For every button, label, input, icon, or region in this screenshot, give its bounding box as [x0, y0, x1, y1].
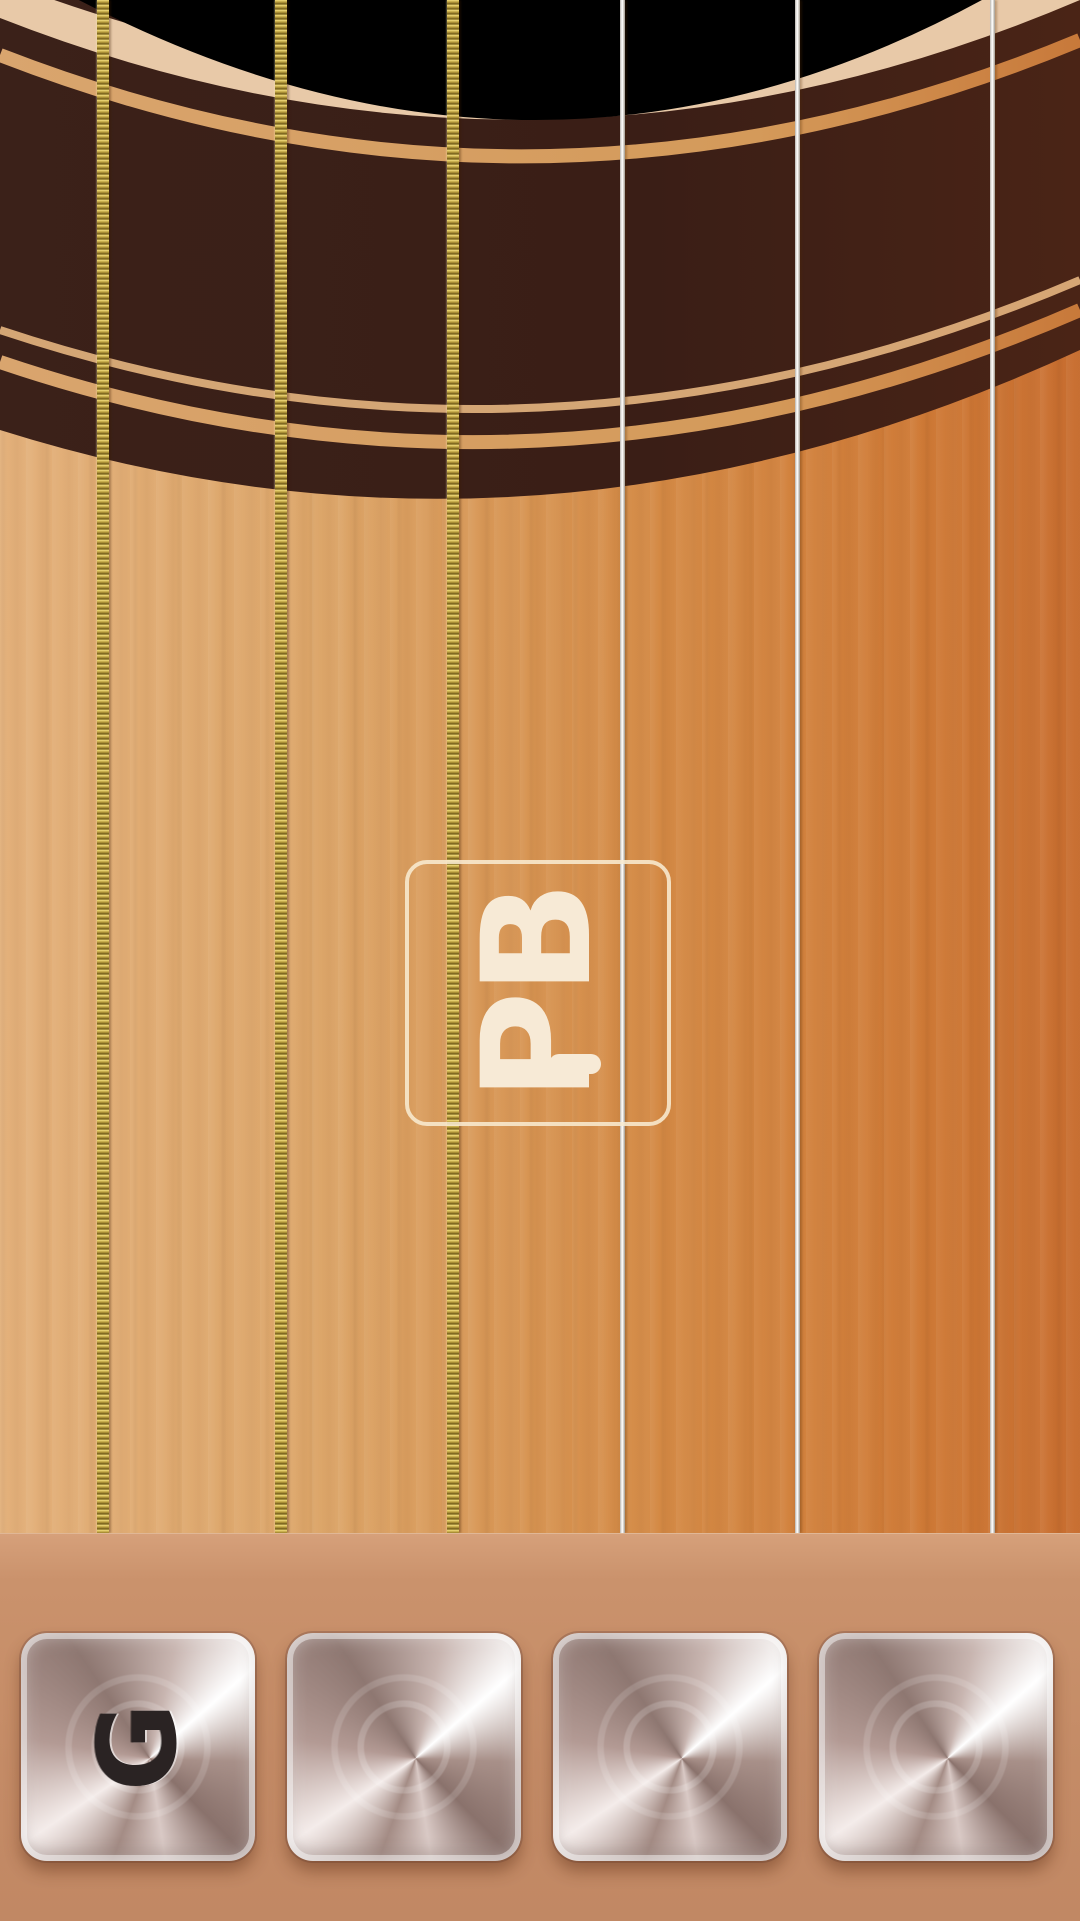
chord-key-label	[822, 1630, 1050, 1864]
chord-key-2[interactable]	[287, 1633, 521, 1861]
chord-key-1[interactable]: G	[21, 1633, 255, 1861]
chord-key-label	[290, 1630, 518, 1864]
rosette	[0, 0, 1080, 499]
chord-key-label: G	[75, 1702, 201, 1792]
app-logo: PB	[405, 860, 671, 1126]
string-1[interactable]	[97, 0, 109, 1533]
guitar-body: PB	[0, 0, 1080, 1533]
chord-key-4[interactable]	[819, 1633, 1053, 1861]
string-4[interactable]	[620, 0, 625, 1533]
logo-underline-mark	[549, 1054, 601, 1074]
string-5[interactable]	[795, 0, 800, 1533]
string-6[interactable]	[990, 0, 995, 1533]
string-2[interactable]	[275, 0, 287, 1533]
string-3[interactable]	[447, 0, 459, 1533]
chord-key-label	[556, 1630, 784, 1864]
chord-panel: G	[0, 1533, 1080, 1921]
chord-key-3[interactable]	[553, 1633, 787, 1861]
